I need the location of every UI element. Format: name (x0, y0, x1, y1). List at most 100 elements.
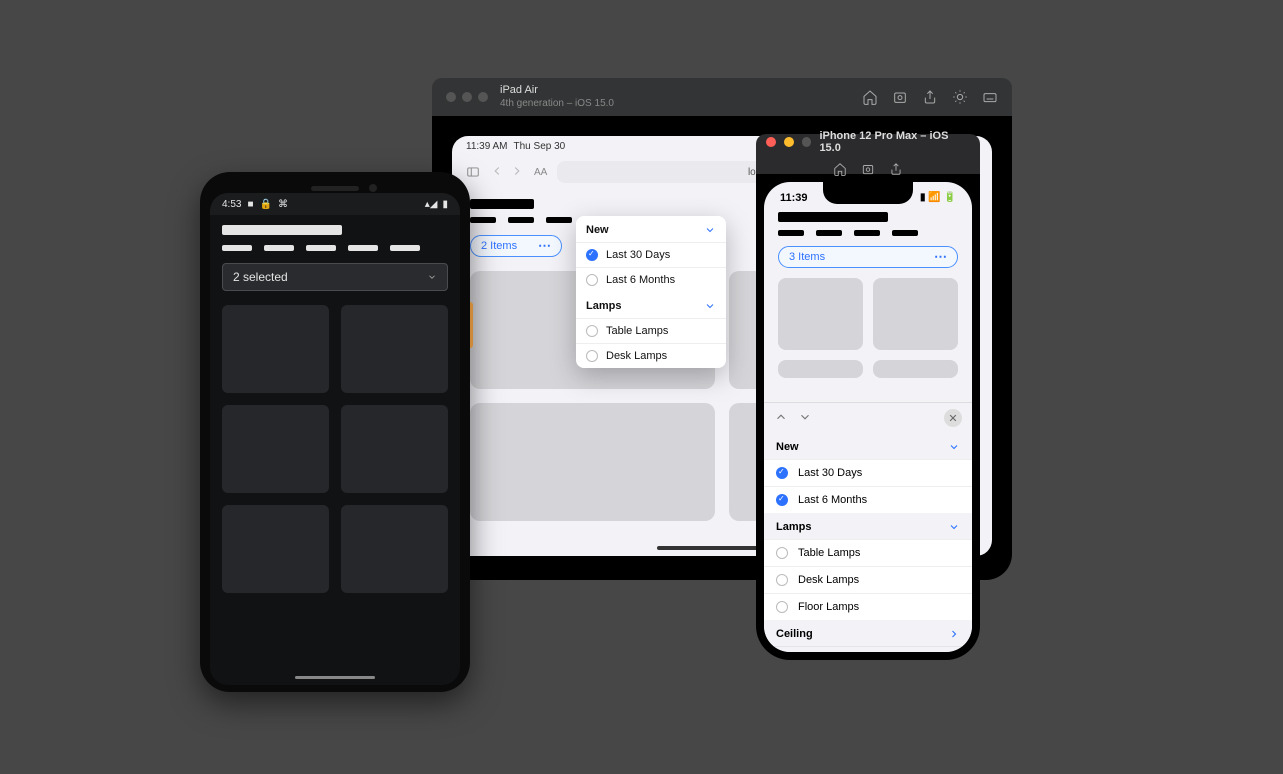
radio-checked-icon (776, 467, 788, 479)
nav-item-redacted (470, 217, 496, 223)
filter-option[interactable]: Last 30 Days (576, 242, 726, 267)
filter-select-label: 2 selected (233, 270, 288, 284)
iphone-sim-titlebar[interactable]: iPhone 12 Pro Max – iOS 15.0 (756, 134, 980, 174)
product-tile[interactable] (341, 305, 448, 393)
sheet-section-new[interactable]: New (764, 433, 972, 459)
product-tile[interactable] (222, 405, 329, 493)
filter-option[interactable]: Last 6 Months (764, 486, 972, 513)
notification-dot-icon: ■ (247, 199, 253, 210)
product-tile[interactable] (341, 405, 448, 493)
radio-unchecked-icon (586, 274, 598, 286)
sheet-section-ceiling[interactable]: Ceiling (764, 620, 972, 646)
screenshot-icon[interactable] (892, 89, 908, 105)
power-button[interactable] (470, 302, 473, 348)
filter-option[interactable]: Table Lamps (576, 318, 726, 343)
option-label: Last 30 Days (798, 467, 862, 479)
popover-section-header-new[interactable]: New (576, 216, 726, 242)
filter-chip[interactable]: 3 Items ⋯ (778, 246, 958, 268)
option-label: Last 6 Months (798, 494, 867, 506)
battery-icon: ▮ (442, 199, 448, 210)
share-icon[interactable] (889, 162, 903, 176)
nav-item-redacted (306, 245, 336, 251)
product-tile[interactable] (873, 360, 958, 378)
signal-icon: ▴◢ (425, 199, 438, 210)
product-tile[interactable] (222, 505, 329, 593)
option-label: Desk Lamps (798, 574, 859, 586)
share-icon[interactable] (922, 89, 938, 105)
sheet-section-lamps[interactable]: Lamps (764, 513, 972, 539)
radio-unchecked-icon (776, 547, 788, 559)
page-title-redacted (222, 225, 342, 235)
product-tile[interactable] (873, 278, 958, 350)
chevron-up-icon[interactable] (774, 410, 788, 427)
speaker (311, 186, 359, 191)
page-title-redacted (778, 212, 888, 222)
nav-item-redacted (390, 245, 420, 251)
chevron-right-icon (948, 628, 960, 640)
sim-device-subtitle: 4th generation – iOS 15.0 (500, 98, 614, 110)
front-camera (369, 184, 377, 192)
filter-popover: New Last 30 Days Last 6 Months Lamps (576, 216, 726, 368)
home-icon[interactable] (862, 89, 878, 105)
section-title: Lamps (586, 300, 621, 312)
appearance-icon[interactable] (952, 89, 968, 105)
section-title: New (586, 224, 609, 236)
option-label: Last 30 Days (606, 249, 670, 261)
sheet-section-byroom[interactable]: By Room (764, 647, 972, 652)
nav-item-redacted (348, 245, 378, 251)
traffic-lights[interactable] (446, 92, 488, 102)
traffic-min[interactable] (462, 92, 472, 102)
ipad-date: Thu Sep 30 (514, 141, 566, 152)
filter-option[interactable]: Desk Lamps (764, 566, 972, 593)
traffic-close[interactable] (446, 92, 456, 102)
page-title-redacted (470, 199, 534, 209)
iphone-frame: 11:39 ▮ 📶 🔋 3 Items ⋯ (756, 174, 980, 660)
section-title: Ceiling (776, 628, 813, 640)
popover-section-header-lamps[interactable]: Lamps (576, 292, 726, 318)
radio-unchecked-icon (776, 574, 788, 586)
filter-option[interactable]: Floor Lamps (764, 593, 972, 620)
nav-item-redacted (778, 230, 804, 236)
android-statusbar: 4:53 ■ 🔒 ⌘ ▴◢ ▮ (210, 193, 460, 215)
close-sheet-button[interactable]: ✕ (944, 409, 962, 427)
keyboard-icon[interactable] (982, 89, 998, 105)
android-time: 4:53 (222, 199, 241, 210)
product-tile[interactable] (470, 403, 715, 521)
android-screen[interactable]: 4:53 ■ 🔒 ⌘ ▴◢ ▮ (210, 193, 460, 685)
filter-select[interactable]: 2 selected (222, 263, 448, 291)
section-title: New (776, 441, 799, 453)
iphone-screen[interactable]: 11:39 ▮ 📶 🔋 3 Items ⋯ (764, 182, 972, 652)
traffic-max[interactable] (478, 92, 488, 102)
section-title: Lamps (776, 521, 811, 533)
filter-option[interactable]: Table Lamps (764, 539, 972, 566)
nav-back-icon[interactable] (490, 164, 504, 181)
option-label: Last 6 Months (606, 274, 675, 286)
screenshot-icon[interactable] (861, 162, 875, 176)
nav-forward-icon[interactable] (510, 164, 524, 181)
traffic-max[interactable] (802, 137, 812, 147)
filter-option[interactable]: Desk Lamps (576, 343, 726, 368)
filter-option[interactable]: Last 30 Days (764, 459, 972, 486)
chevron-down-icon (948, 521, 960, 533)
chevron-down-icon[interactable] (798, 410, 812, 427)
ipad-sim-titlebar[interactable]: iPad Air 4th generation – iOS 15.0 (432, 78, 1012, 116)
filter-chip[interactable]: 2 Items ⋯ (470, 235, 562, 257)
nav-item-redacted (854, 230, 880, 236)
product-tile[interactable] (341, 505, 448, 593)
chevron-down-icon (948, 441, 960, 453)
traffic-close[interactable] (766, 137, 776, 147)
radio-checked-icon (586, 249, 598, 261)
home-icon[interactable] (833, 162, 847, 176)
radio-checked-icon (776, 494, 788, 506)
product-tile[interactable] (778, 360, 863, 378)
nav-item-redacted (816, 230, 842, 236)
traffic-min[interactable] (784, 137, 794, 147)
reader-aa-icon[interactable]: AA (534, 167, 547, 178)
radio-unchecked-icon (776, 601, 788, 613)
product-tile[interactable] (222, 305, 329, 393)
filter-option[interactable]: Last 6 Months (576, 267, 726, 292)
product-tile[interactable] (778, 278, 863, 350)
nav-item-redacted (508, 217, 534, 223)
iphone-notch (823, 182, 913, 204)
home-indicator[interactable] (295, 676, 375, 679)
